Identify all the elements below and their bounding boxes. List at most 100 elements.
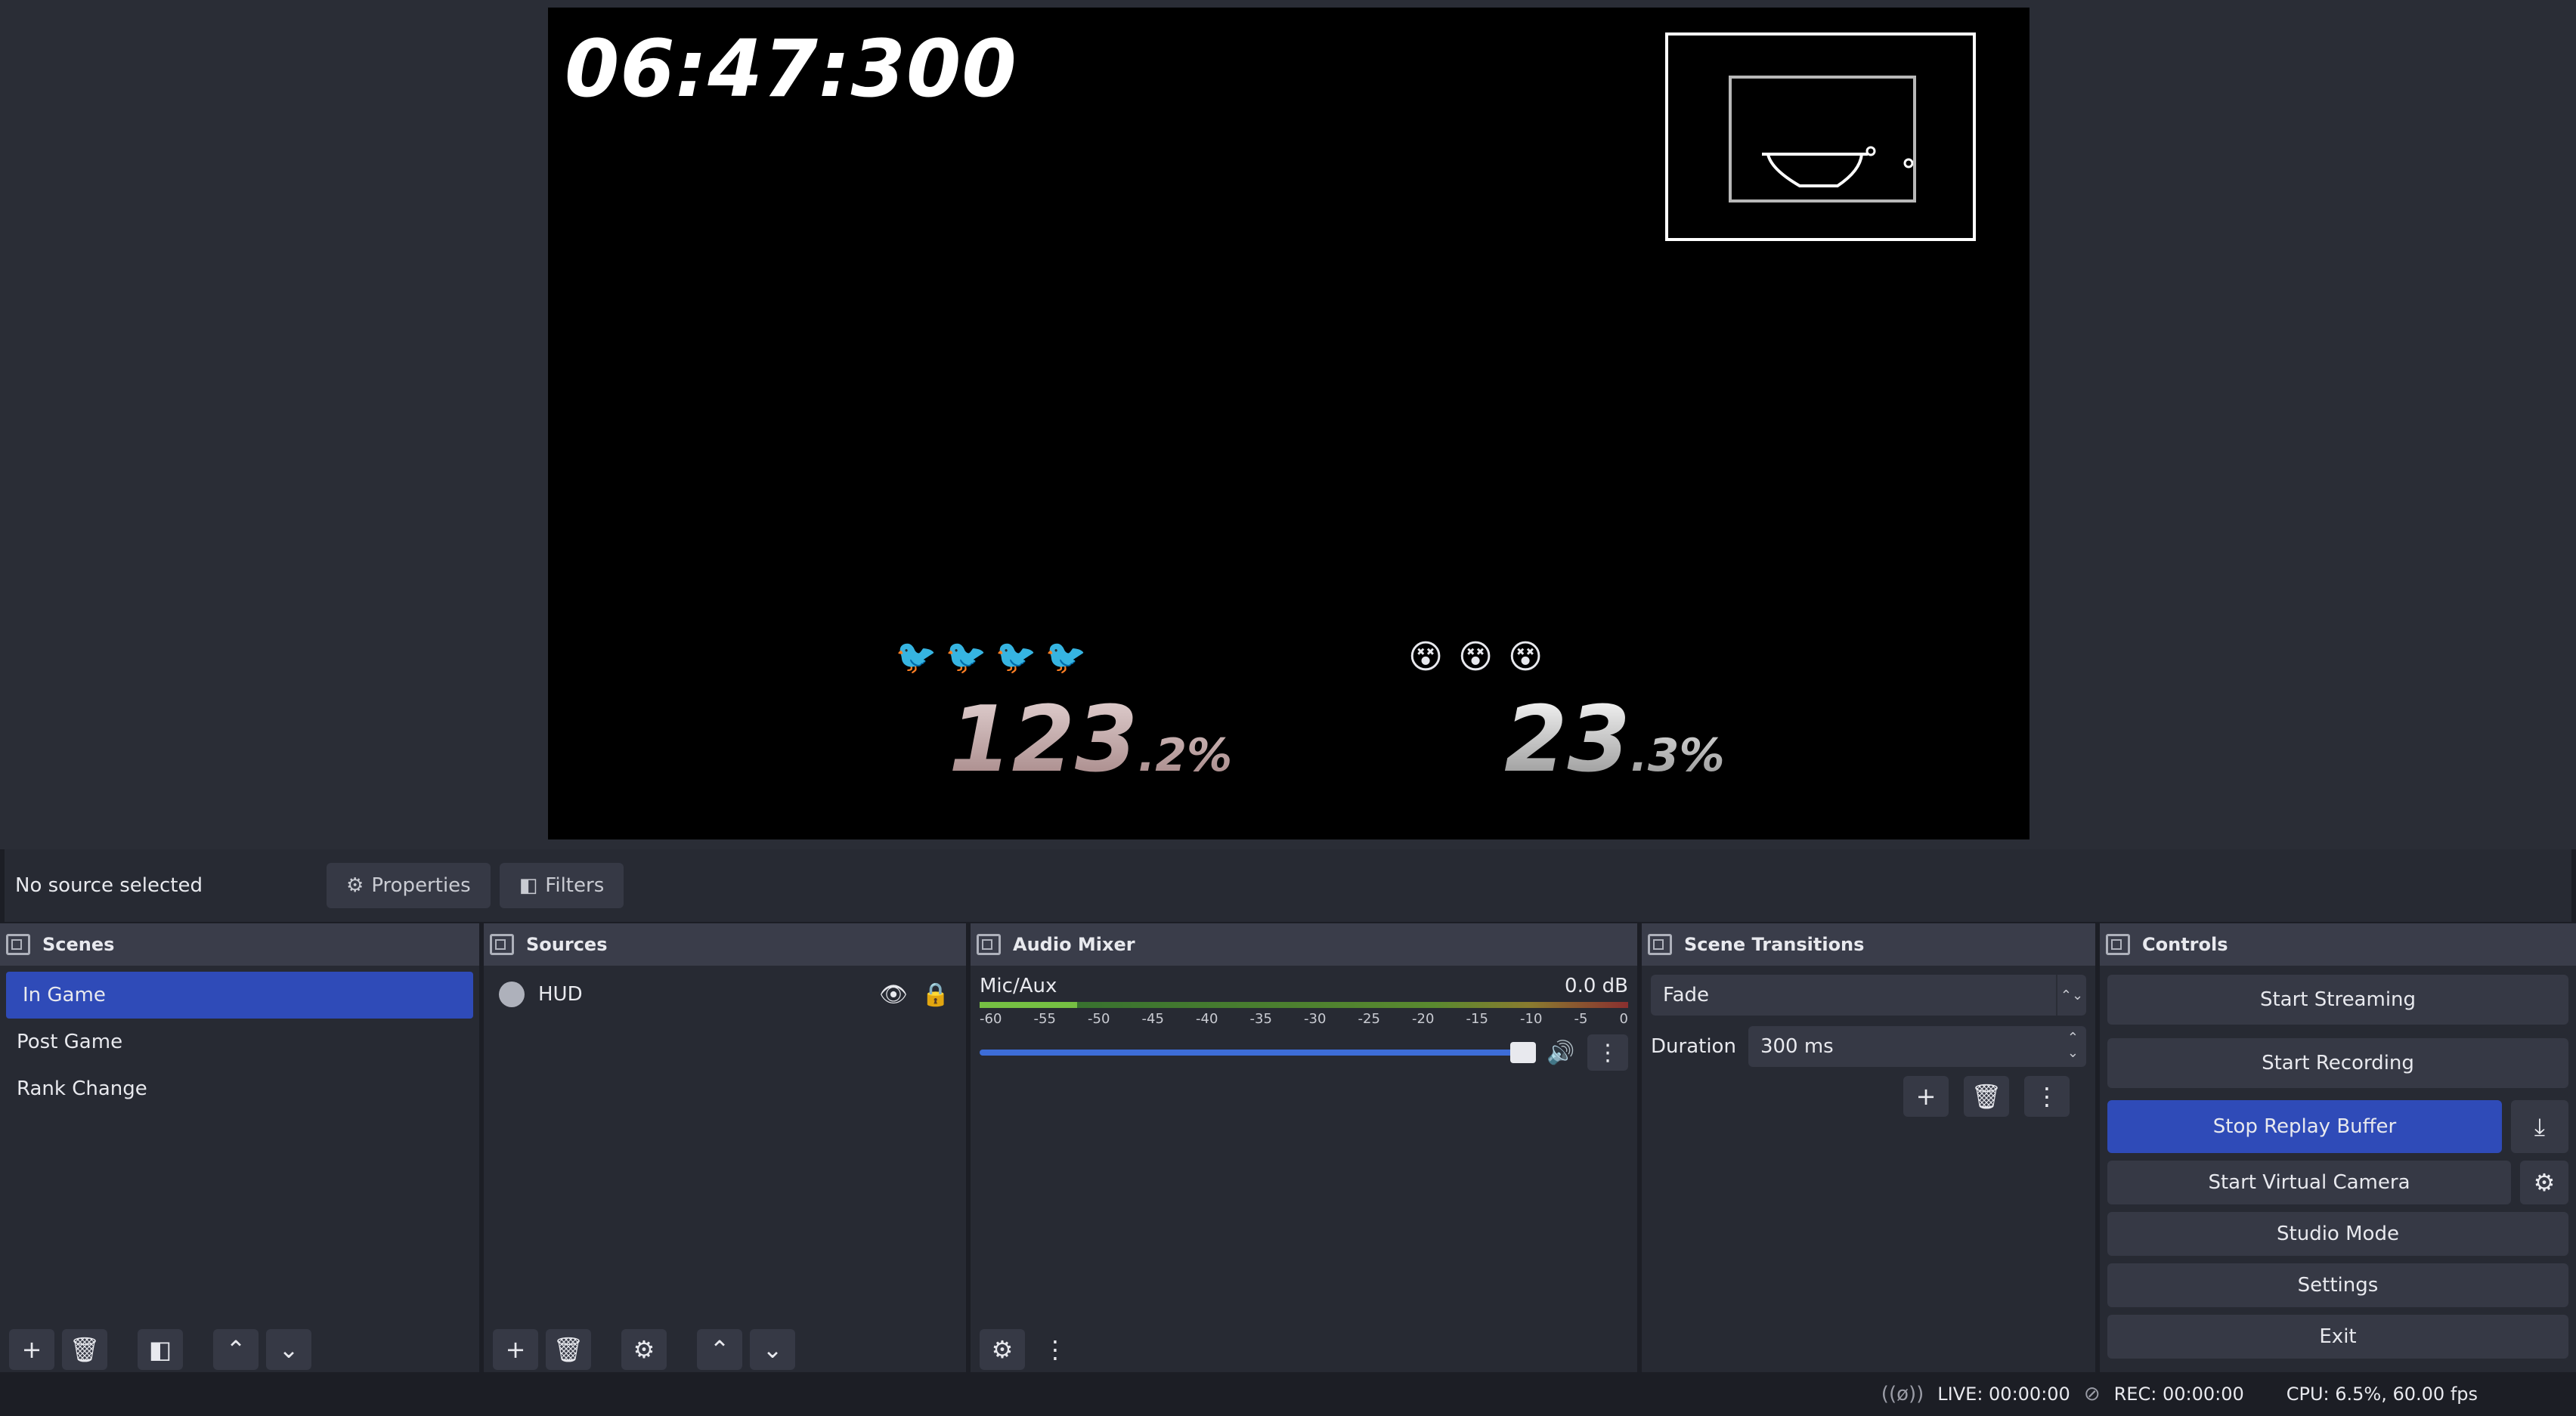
move-source-down-button[interactable]: ⌄ (750, 1329, 795, 1370)
controls-title: Controls (2142, 934, 2228, 955)
player2-stocks: 😵 😵 😵 (1402, 633, 1549, 680)
channel-menu-button[interactable]: ⋮ (1587, 1034, 1628, 1071)
program-preview[interactable]: 06:47:300 🐦 🐦 🐦 🐦 123.2% 😵 😵 😵 23.3% (548, 8, 2030, 839)
meter-tick: -10 (1520, 1011, 1543, 1027)
audio-mixer-dock: Audio Mixer Mic/Aux 0.0 dB -60 -55 -50 -… (971, 923, 1637, 1372)
meter-tick: 0 (1619, 1011, 1628, 1027)
preview-area: 06:47:300 🐦 🐦 🐦 🐦 123.2% 😵 😵 😵 23.3% (0, 0, 2576, 849)
start-streaming-button[interactable]: Start Streaming (2107, 975, 2568, 1025)
audio-mixer-dock-title[interactable]: Audio Mixer (971, 923, 1637, 966)
trash-icon: 🗑 (1971, 1082, 2002, 1111)
meter-tick: -30 (1304, 1011, 1327, 1027)
scene-item-rank-change[interactable]: Rank Change (0, 1065, 479, 1112)
dock-icon[interactable] (6, 934, 30, 955)
mixer-toolbar: ⚙ ⋮ (971, 1327, 1637, 1372)
volume-meter (980, 1002, 1628, 1008)
exit-button[interactable]: Exit (2107, 1315, 2568, 1359)
lock-icon[interactable]: 🔒 (921, 979, 951, 1009)
gear-icon: ⚙ (991, 1335, 1014, 1364)
plus-icon: + (21, 1335, 42, 1364)
chevron-up-icon: ⌃ (225, 1335, 246, 1364)
meter-tick: -35 (1249, 1011, 1272, 1027)
volume-slider[interactable] (980, 1042, 1536, 1063)
transition-menu-button[interactable]: ⋮ (2024, 1076, 2070, 1117)
scene-filters-button[interactable]: ◧ (138, 1329, 183, 1370)
channel-name: Mic/Aux (980, 975, 1057, 997)
live-status: LIVE: 00:00:00 (1937, 1384, 2070, 1405)
scene-item-in-game[interactable]: In Game (6, 972, 473, 1019)
minimap-stage-icon (1762, 146, 1913, 187)
download-icon: ⤓ (2534, 1111, 2546, 1141)
spin-arrows-icon[interactable]: ⌃ ⌄ (2067, 1031, 2079, 1061)
eye-icon[interactable]: 👁 (878, 979, 909, 1009)
chevron-up-icon: ⌃ (709, 1335, 730, 1364)
volume-row: 🔊 ⋮ (971, 1034, 1637, 1071)
meter-tick: -15 (1466, 1011, 1488, 1027)
updown-icon: ⌃⌄ (2056, 975, 2086, 1016)
character-stock-icon: 😵 (1458, 637, 1493, 676)
character-stock-icon: 😵 (1408, 637, 1443, 676)
remove-transition-button[interactable]: 🗑 (1964, 1076, 2009, 1117)
dock-icon[interactable] (2106, 934, 2130, 955)
sources-toolbar: + 🗑 ⚙ ⌃ ⌄ (484, 1327, 966, 1372)
remove-scene-button[interactable]: 🗑 (62, 1329, 107, 1370)
dock-icon[interactable] (490, 934, 514, 955)
sources-title: Sources (526, 934, 608, 955)
filters-button[interactable]: ◧ Filters (499, 863, 624, 908)
source-toolbar: No source selected ⚙ Properties ◧ Filter… (5, 849, 2571, 922)
meter-ticks: -60 -55 -50 -45 -40 -35 -30 -25 -20 -15 … (971, 1008, 1637, 1027)
add-source-button[interactable]: + (493, 1329, 538, 1370)
kebab-icon: ⋮ (1596, 1039, 1619, 1066)
source-item-hud[interactable]: HUD 👁 🔒 (484, 972, 966, 1017)
scenes-dock-title[interactable]: Scenes (0, 923, 479, 966)
transition-select[interactable]: Fade ⌃⌄ (1651, 975, 2086, 1016)
settings-button[interactable]: Settings (2107, 1263, 2568, 1307)
start-virtual-camera-button[interactable]: Start Virtual Camera (2107, 1161, 2511, 1204)
move-scene-up-button[interactable]: ⌃ (213, 1329, 259, 1370)
source-status: No source selected (15, 874, 203, 897)
virtual-camera-row: Start Virtual Camera ⚙ (2107, 1161, 2568, 1204)
virtual-camera-config-button[interactable]: ⚙ (2520, 1161, 2568, 1204)
move-source-up-button[interactable]: ⌃ (697, 1329, 742, 1370)
mixer-menu-button[interactable]: ⋮ (1033, 1329, 1078, 1370)
duration-row: Duration 300 ms ⌃ ⌄ (1651, 1026, 2086, 1067)
duration-spinbox[interactable]: 300 ms ⌃ ⌄ (1748, 1026, 2086, 1067)
gear-icon: ⚙ (2533, 1168, 2556, 1197)
player2-percent-small: .3% (1630, 729, 1725, 782)
player2-percent: 23.3% (1504, 688, 1725, 793)
kebab-icon: ⋮ (1043, 1335, 1067, 1364)
dock-icon[interactable] (977, 934, 1001, 955)
transition-buttons: + 🗑 ⋮ (1642, 1076, 2070, 1117)
sources-dock-title[interactable]: Sources (484, 923, 966, 966)
scenes-toolbar: + 🗑 ◧ ⌃ ⌄ (0, 1327, 479, 1372)
stop-replay-buffer-button[interactable]: Stop Replay Buffer (2107, 1100, 2502, 1153)
scene-item-post-game[interactable]: Post Game (0, 1019, 479, 1065)
source-properties-button[interactable]: ⚙ (621, 1329, 667, 1370)
properties-button[interactable]: ⚙ Properties (327, 863, 491, 908)
dock-icon[interactable] (1648, 934, 1672, 955)
meter-tick: -60 (980, 1011, 1002, 1027)
meter-tick: -5 (1574, 1011, 1588, 1027)
minimap-frame (1665, 32, 1976, 241)
cpu-status: CPU: 6.5%, 60.00 fps (2286, 1384, 2478, 1405)
studio-mode-button[interactable]: Studio Mode (2107, 1212, 2568, 1256)
controls-dock-title[interactable]: Controls (2100, 923, 2576, 966)
meter-tick: -20 (1412, 1011, 1435, 1027)
replay-buffer-row: Stop Replay Buffer ⤓ (2107, 1100, 2568, 1153)
remove-source-button[interactable]: 🗑 (546, 1329, 591, 1370)
character-stock-icon: 😵 (1508, 637, 1543, 676)
volume-slider-handle[interactable] (1510, 1042, 1536, 1063)
save-replay-button[interactable]: ⤓ (2511, 1100, 2568, 1153)
move-scene-down-button[interactable]: ⌄ (266, 1329, 311, 1370)
duration-value: 300 ms (1760, 1035, 1834, 1058)
add-scene-button[interactable]: + (9, 1329, 54, 1370)
sources-dock: Sources HUD 👁 🔒 + 🗑 ⚙ ⌃ ⌄ (484, 923, 966, 1372)
advanced-audio-button[interactable]: ⚙ (980, 1329, 1025, 1370)
scene-transitions-dock-title[interactable]: Scene Transitions (1642, 923, 2095, 966)
player1-percent-small: .2% (1138, 729, 1233, 782)
add-transition-button[interactable]: + (1903, 1076, 1949, 1117)
plus-icon: + (505, 1335, 526, 1364)
start-recording-button[interactable]: Start Recording (2107, 1038, 2568, 1088)
meter-tick: -45 (1141, 1011, 1164, 1027)
speaker-icon[interactable]: 🔊 (1547, 1040, 1577, 1066)
